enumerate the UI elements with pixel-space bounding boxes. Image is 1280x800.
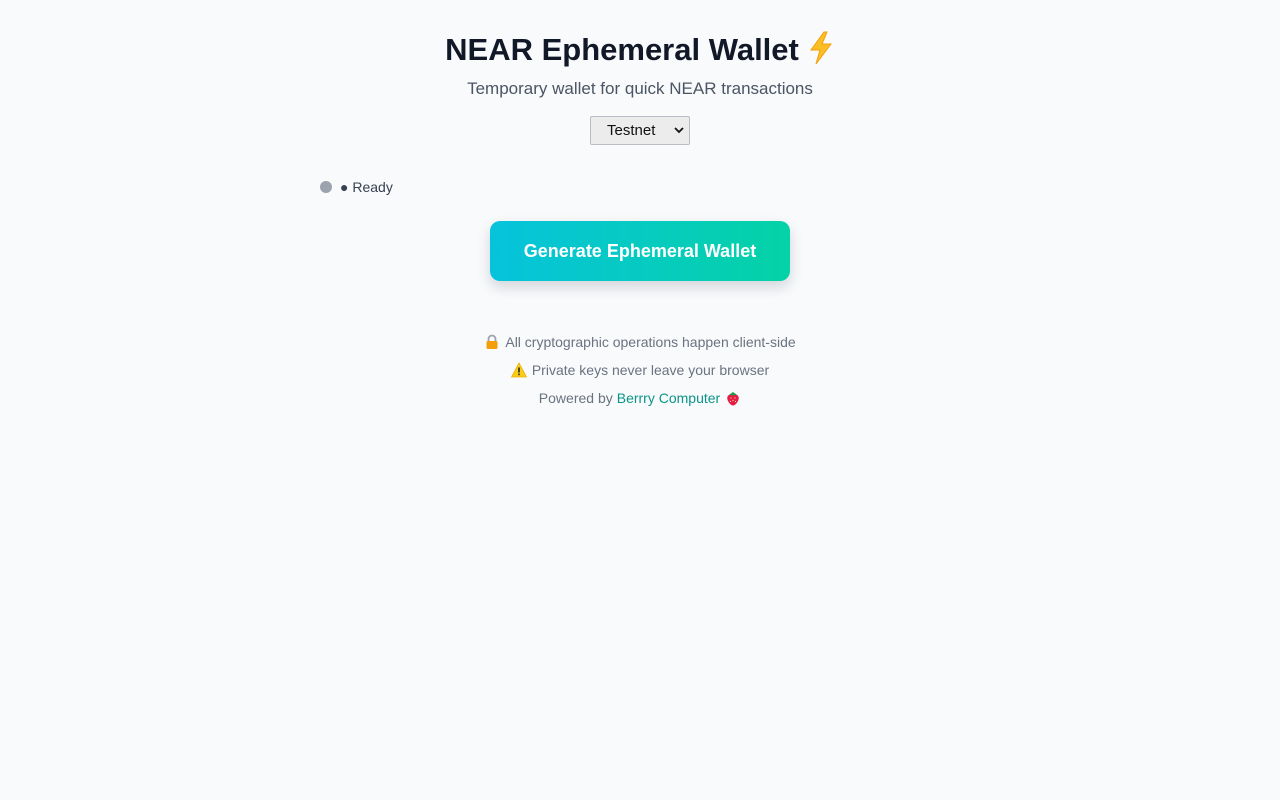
powered-by: Powered by Berrry Computer: [0, 384, 1280, 412]
chevron-down-icon: [674, 127, 684, 134]
security-note: All cryptographic operations happen clie…: [0, 328, 1280, 356]
status-text: ● Ready: [340, 179, 393, 195]
status-dot: [320, 181, 332, 193]
page: NEAR Ephemeral Wallet Temporary wallet f…: [0, 0, 1280, 800]
status-indicator: ● Ready: [320, 178, 393, 196]
warning-icon: [510, 362, 527, 378]
network-select[interactable]: Testnet: [590, 116, 690, 145]
warning-note: Private keys never leave your browser: [0, 356, 1280, 384]
berrry-computer-link[interactable]: Berrry Computer: [617, 387, 720, 409]
lock-icon: [486, 334, 498, 349]
security-note-text: All cryptographic operations happen clie…: [505, 334, 796, 350]
warning-note-text: Private keys never leave your browser: [531, 362, 770, 378]
page-header: NEAR Ephemeral Wallet: [0, 30, 1280, 70]
page-subtitle: Temporary wallet for quick NEAR transact…: [467, 79, 813, 98]
strawberry-icon: [727, 392, 739, 406]
powered-by-text: Powered by: [538, 390, 613, 406]
network-select-value: Testnet: [607, 122, 656, 139]
lightning-bolt-icon: [809, 31, 832, 65]
page-title: NEAR Ephemeral Wallet: [445, 32, 799, 67]
footer: All cryptographic operations happen clie…: [0, 328, 1280, 412]
generate-wallet-button[interactable]: Generate Ephemeral Wallet: [490, 221, 790, 281]
